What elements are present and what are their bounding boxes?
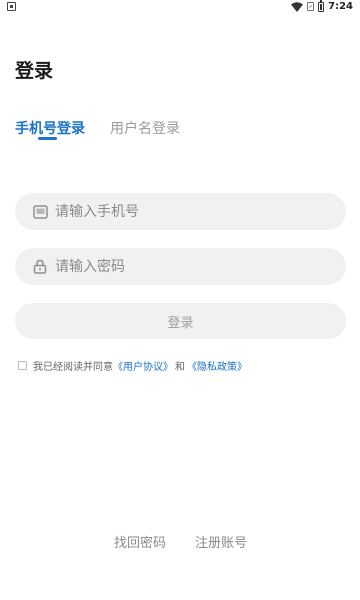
register-link[interactable]: 注册账号 xyxy=(195,532,247,551)
forgot-password-link[interactable]: 找回密码 xyxy=(114,532,166,551)
password-field[interactable] xyxy=(15,248,346,285)
page-title: 登录 xyxy=(15,60,54,82)
agreement-conjunction: 和 xyxy=(175,362,185,373)
phone-field[interactable] xyxy=(15,193,346,230)
status-bar: 7:24 xyxy=(0,0,360,14)
user-agreement-link[interactable]: 《用户协议》 xyxy=(113,358,173,373)
status-time: 7:24 xyxy=(328,1,353,12)
login-button[interactable]: 登录 xyxy=(15,303,346,339)
password-input[interactable] xyxy=(55,248,346,285)
privacy-policy-link[interactable]: 《隐私政策》 xyxy=(187,358,247,373)
android-notification-icon xyxy=(7,2,16,11)
battery-icon xyxy=(318,0,325,12)
agreement-prefix: 我已经阅读并同意 xyxy=(33,362,113,373)
login-screen: 7:24 登录 手机号登录 用户名登录 登录 我已经阅读并同意 《用户协议》 和 xyxy=(0,0,360,600)
lock-icon xyxy=(32,259,48,275)
tab-username-login[interactable]: 用户名登录 xyxy=(110,118,180,138)
wifi-icon xyxy=(291,1,304,12)
active-tab-indicator xyxy=(38,137,57,140)
sim-icon xyxy=(307,2,315,11)
status-icons: 7:24 xyxy=(291,0,353,12)
agreement-checkbox[interactable] xyxy=(18,361,27,370)
phone-input[interactable] xyxy=(55,193,346,230)
tab-phone-login[interactable]: 手机号登录 xyxy=(15,118,85,138)
agreement-row: 我已经阅读并同意 《用户协议》 和 《隐私政策》 xyxy=(18,358,247,373)
phone-device-icon xyxy=(32,204,48,220)
